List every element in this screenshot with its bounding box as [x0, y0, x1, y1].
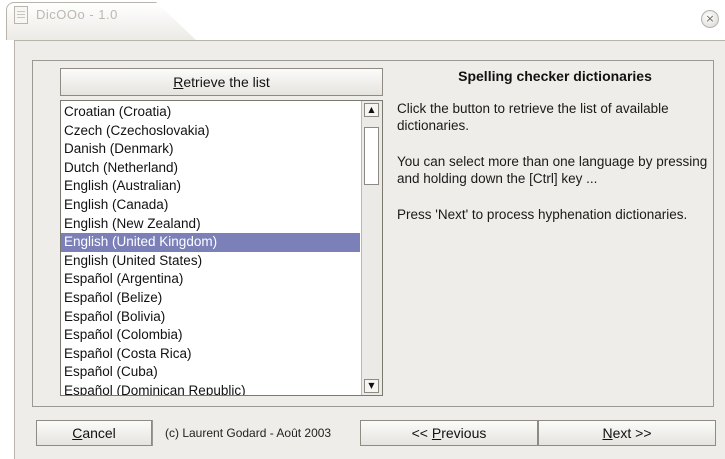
list-item[interactable]: Czech (Czechoslovakia) [61, 122, 361, 141]
list-item[interactable]: Danish (Denmark) [61, 140, 361, 159]
info-multiselect: You can select more than one language by… [397, 154, 708, 186]
cancel-button[interactable]: Cancel [36, 420, 152, 446]
document-icon [14, 6, 28, 24]
retrieve-label: etrieve the list [183, 74, 270, 90]
list-item[interactable]: English (United Kingdom) [61, 233, 360, 252]
window-title: DicOOo - 1.0 [36, 7, 118, 22]
list-item[interactable]: Español (Belize) [61, 289, 361, 308]
previous-mnemonic: P [431, 425, 442, 441]
retrieve-list-button[interactable]: Retrieve the list [60, 68, 383, 96]
previous-button[interactable]: << Previous [360, 420, 538, 446]
list-item[interactable]: English (United States) [61, 252, 361, 271]
section-title: Spelling checker dictionaries [458, 68, 652, 84]
list-item[interactable]: Español (Bolivia) [61, 308, 361, 327]
previous-prefix: << [411, 425, 432, 441]
scroll-up-icon[interactable]: ▲ [364, 103, 379, 117]
cancel-mnemonic: C [72, 425, 83, 441]
list-item[interactable]: English (New Zealand) [61, 215, 361, 234]
list-item[interactable]: Croatian (Croatia) [61, 103, 361, 122]
retrieve-mnemonic: R [173, 74, 184, 90]
language-listbox[interactable]: Croatian (Croatia) Czech (Czechoslovakia)… [60, 100, 383, 396]
list-item[interactable]: Español (Cuba) [61, 363, 361, 382]
next-button[interactable]: Next >> [538, 420, 716, 446]
list-item[interactable]: Español (Colombia) [61, 326, 361, 345]
list-item[interactable]: Español (Dominican Republic) [61, 382, 361, 395]
info-retrieve: Click the button to retrieve the list of… [397, 101, 669, 133]
list-item[interactable]: English (Australian) [61, 177, 361, 196]
previous-label: revious [441, 425, 487, 441]
close-icon[interactable]: × [701, 10, 719, 28]
listbox-scrollbar[interactable]: ▲ ▼ [361, 101, 382, 395]
cancel-label: ancel [82, 425, 116, 441]
list-item[interactable]: Español (Argentina) [61, 270, 361, 289]
list-item[interactable]: Español (Costa Rica) [61, 345, 361, 364]
language-list: Croatian (Croatia) Czech (Czechoslovakia)… [61, 103, 361, 395]
scroll-down-icon[interactable]: ▼ [364, 379, 379, 393]
next-mnemonic: N [602, 425, 613, 441]
title-bar: DicOOo - 1.0 × [0, 0, 725, 40]
list-item[interactable]: Dutch (Netherland) [61, 159, 361, 178]
credit-text: (c) Laurent Godard - Août 2003 [152, 420, 331, 446]
next-label: ext >> [612, 425, 652, 441]
list-item[interactable]: English (Canada) [61, 196, 361, 215]
info-next: Press 'Next' to process hyphenation dict… [397, 207, 688, 222]
scrollbar-thumb[interactable] [364, 127, 379, 185]
